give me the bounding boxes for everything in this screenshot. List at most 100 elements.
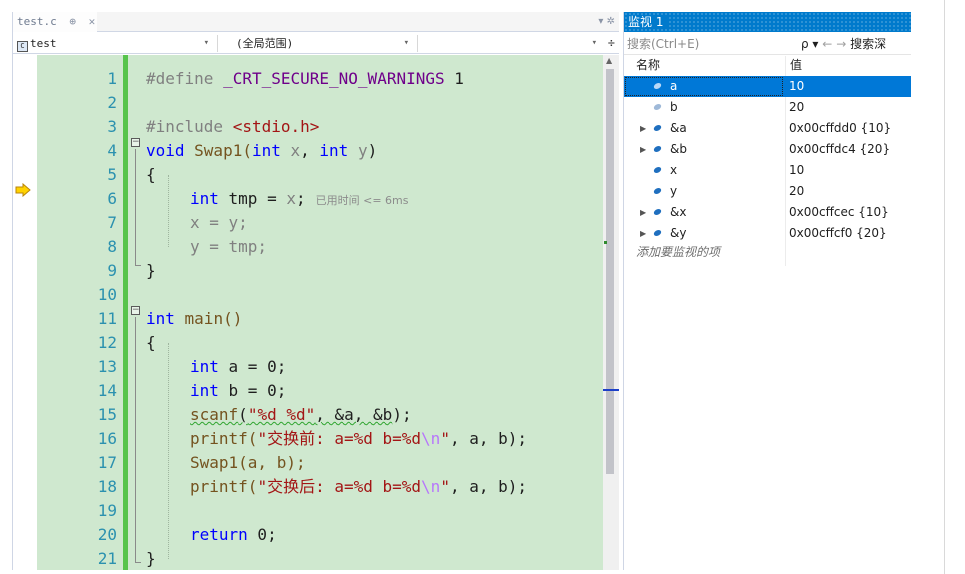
- watch-name[interactable]: b: [670, 97, 678, 118]
- indent-guide: [168, 175, 169, 247]
- tab-test-c[interactable]: test.c ⊕ ✕: [13, 12, 97, 32]
- expand-arrow-icon[interactable]: ▶: [640, 139, 646, 160]
- function-call: Swap1(a, b);: [190, 453, 306, 472]
- watch-title: 监视 1: [628, 15, 670, 29]
- watch-name[interactable]: &x: [670, 202, 686, 223]
- focus-rect: [625, 77, 783, 96]
- watch-name[interactable]: &b: [670, 139, 687, 160]
- line-number: 2: [107, 93, 117, 112]
- project-dropdown[interactable]: Ctest ▾: [17, 35, 213, 52]
- watch-search-input[interactable]: 搜索(Ctrl+E) ρ ▾ ← → 搜索深: [624, 34, 911, 55]
- current-statement-arrow-icon: [15, 183, 31, 197]
- scroll-up-icon[interactable]: ▲: [606, 56, 612, 65]
- project-icon: C: [17, 41, 28, 52]
- scope-dropdown[interactable]: (全局范围) ▾: [217, 35, 413, 52]
- forward-arrow-icon[interactable]: →: [836, 37, 846, 51]
- line-number: 14: [97, 381, 117, 400]
- watch-value[interactable]: 0x00cffdd0 {10}: [789, 118, 891, 139]
- member-dropdown[interactable]: ▾: [417, 35, 601, 52]
- perf-tip[interactable]: 已用时间 <= 6ms: [316, 194, 409, 207]
- document-tab-strip: test.c ⊕ ✕ ▾ ✲: [13, 12, 619, 32]
- watch-row[interactable]: ▶ &b 0x00cffdc4 {20}: [624, 139, 911, 160]
- watch-name[interactable]: &a: [670, 118, 687, 139]
- code-editor[interactable]: test.c ⊕ ✕ ▾ ✲ Ctest ▾ (全局范围) ▾ ▾ ÷ 1234…: [12, 12, 619, 570]
- keyword: int: [146, 309, 175, 328]
- close-icon[interactable]: ✕: [89, 15, 96, 28]
- search-tools: ρ ▾ ← → 搜索深: [801, 34, 886, 55]
- string-literal: "交换后: a=%d b=%d: [257, 477, 422, 496]
- watch-row[interactable]: ▶ &a 0x00cffdd0 {10}: [624, 118, 911, 139]
- tab-options-icon[interactable]: ▾ ✲: [598, 12, 615, 32]
- search-depth-label[interactable]: 搜索深: [850, 37, 886, 51]
- variable-icon: [652, 209, 663, 215]
- code-text[interactable]: − − #define _CRT_SECURE_NO_WARNINGS 1 #i…: [128, 55, 603, 570]
- arguments: , a, b);: [449, 429, 528, 448]
- variable-icon: [652, 125, 663, 131]
- string-literal: "%d %d": [247, 405, 316, 424]
- keyword: int: [319, 141, 349, 160]
- arguments: , a, b);: [449, 477, 528, 496]
- watch-name[interactable]: x: [670, 160, 677, 181]
- watch-row[interactable]: x 10: [624, 160, 911, 181]
- column-name-header[interactable]: 名称: [636, 56, 660, 74]
- watch-row[interactable]: ▶ &y 0x00cffcf0 {20}: [624, 223, 911, 244]
- watch-window[interactable]: 监视 1 搜索(Ctrl+E) ρ ▾ ← → 搜索深 名称 值 a 10 b 20 ▶…: [623, 12, 911, 570]
- function-name: Swap1(: [184, 141, 252, 160]
- watch-value[interactable]: 0x00cffcec {10}: [789, 202, 889, 223]
- caret-marker: [603, 389, 619, 391]
- pin-icon[interactable]: ⊕: [69, 15, 76, 28]
- code-line-21: }: [146, 549, 156, 568]
- include-header: <stdio.h>: [232, 117, 320, 136]
- escape-sequence: \n: [421, 429, 441, 448]
- fold-line: [135, 317, 136, 562]
- preprocessor: #define: [146, 69, 224, 88]
- expand-arrow-icon[interactable]: ▶: [640, 223, 646, 244]
- string-literal: "交换前: a=%d b=%d: [257, 429, 422, 448]
- watch-value[interactable]: 20: [789, 181, 804, 202]
- expand-arrow-icon[interactable]: ▶: [640, 118, 646, 139]
- collapse-icon[interactable]: −: [131, 138, 140, 147]
- watch-row[interactable]: ▶ &x 0x00cffcec {10}: [624, 202, 911, 223]
- param: x: [286, 189, 296, 208]
- line-number: 12: [97, 333, 117, 352]
- watch-row[interactable]: y 20: [624, 181, 911, 202]
- watch-name[interactable]: y: [670, 181, 677, 202]
- keyword: int: [190, 189, 219, 208]
- escape-sequence: \n: [421, 477, 441, 496]
- code-line-12: {: [146, 333, 156, 352]
- add-watch-item[interactable]: 添加要监视的项: [636, 242, 720, 263]
- column-value-header[interactable]: 值: [790, 56, 802, 74]
- line-number: 21: [97, 549, 117, 568]
- watch-value[interactable]: 20: [789, 97, 804, 118]
- line-number: 18: [97, 477, 117, 496]
- line-number: 16: [97, 429, 117, 448]
- function-call: printf(: [190, 477, 258, 496]
- watch-value[interactable]: 0x00cffdc4 {20}: [789, 139, 890, 160]
- watch-value[interactable]: 10: [789, 160, 804, 181]
- watch-value[interactable]: 10: [789, 76, 804, 97]
- function-call: printf(: [190, 429, 258, 448]
- watch-row[interactable]: a 10: [624, 76, 911, 97]
- watch-row[interactable]: b 20: [624, 97, 911, 118]
- vertical-scrollbar[interactable]: ▲: [603, 55, 619, 570]
- indicator-margin[interactable]: [13, 55, 37, 570]
- macro-name: _CRT_SECURE_NO_WARNINGS: [223, 69, 445, 88]
- watch-title-bar[interactable]: 监视 1: [624, 12, 911, 32]
- search-icon[interactable]: ρ ▾: [801, 37, 818, 51]
- tab-label: test.c: [17, 15, 57, 28]
- code-area[interactable]: 1 2 3 4 5 6 7 8 9 10 11 12 13 14 15 16 17 18 19 20 21 − − #d…: [13, 55, 619, 570]
- collapse-icon[interactable]: −: [131, 306, 140, 315]
- watch-name[interactable]: &y: [670, 223, 686, 244]
- scrollbar-thumb[interactable]: [606, 69, 614, 474]
- watch-value[interactable]: 0x00cffcf0 {20}: [789, 223, 887, 244]
- back-arrow-icon[interactable]: ←: [822, 37, 832, 51]
- line-number: 11: [97, 309, 117, 328]
- window-edge: [944, 0, 945, 574]
- variable-icon: [652, 146, 663, 152]
- chevron-down-icon: ▾: [591, 38, 597, 48]
- line-number: 10: [97, 285, 117, 304]
- scope-label: (全局范围): [236, 37, 294, 50]
- expand-arrow-icon[interactable]: ▶: [640, 202, 646, 223]
- function-name: main(): [174, 309, 243, 328]
- split-window-icon[interactable]: ÷: [608, 35, 615, 52]
